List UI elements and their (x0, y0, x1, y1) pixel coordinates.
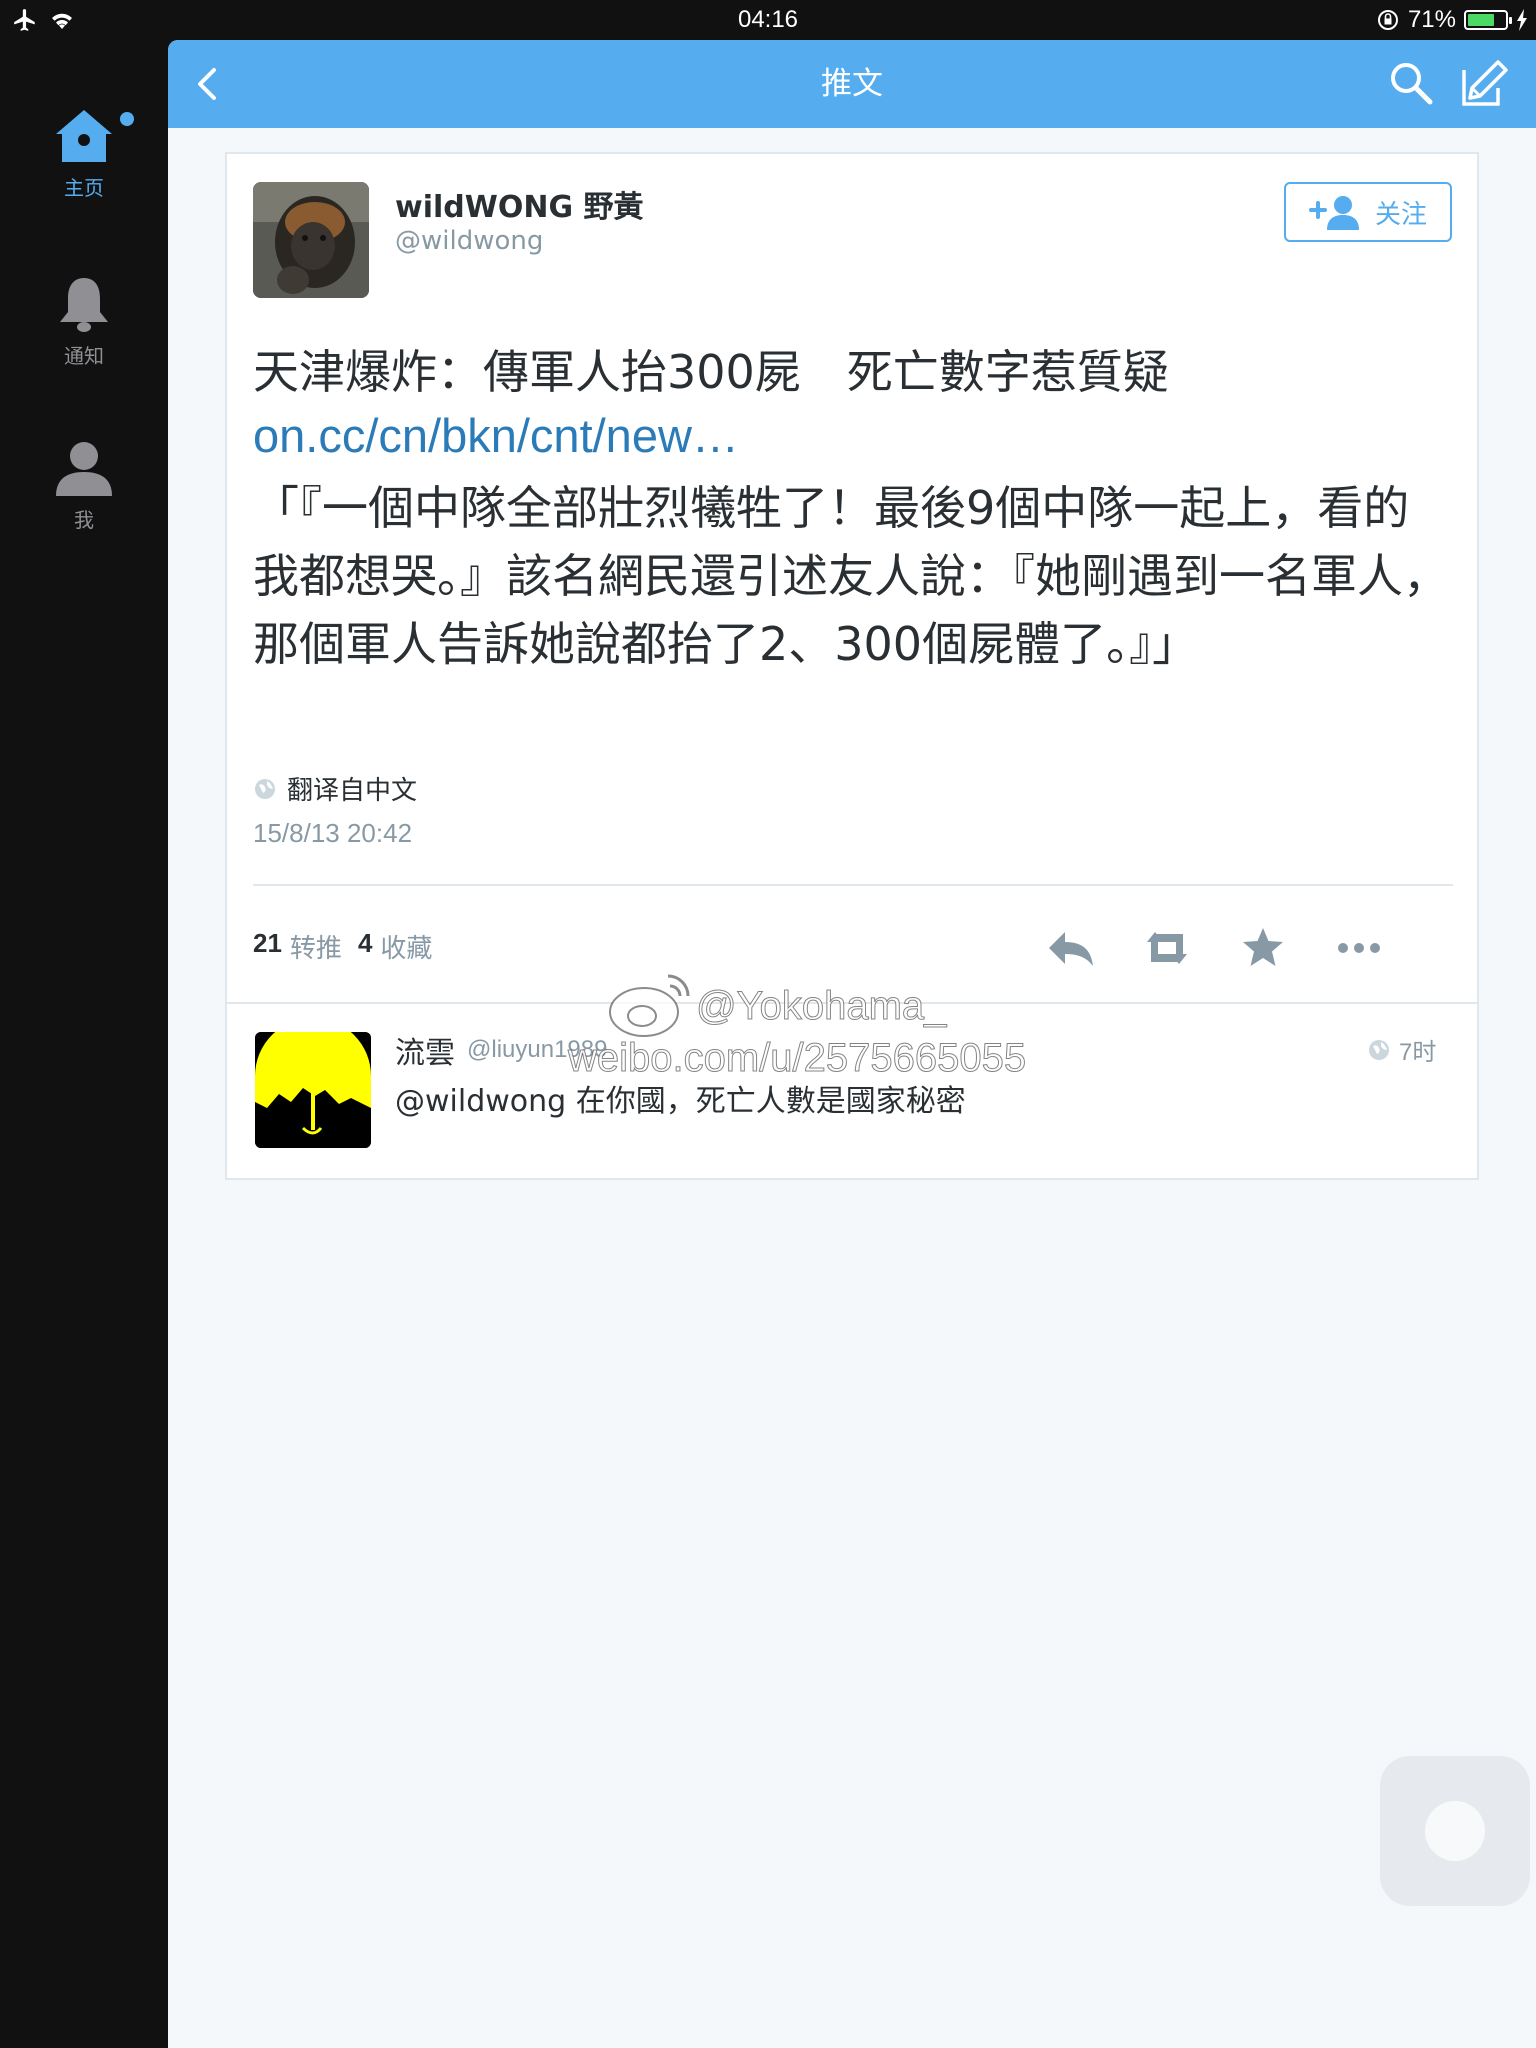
status-time: 04:16 (737, 6, 799, 33)
author-name[interactable]: wildWONG 野黃 (395, 182, 644, 226)
retweet-label[interactable]: 转推 (290, 928, 342, 965)
translate-label: 翻译自中文 (287, 776, 418, 806)
translate-row[interactable]: 翻译自中文 (253, 770, 417, 807)
follow-label: 关注 (1374, 199, 1427, 230)
sidebar-item-home[interactable]: 主页 (0, 106, 168, 226)
rotation-lock-icon (1377, 10, 1398, 30)
umbrella-movement-avatar-image (255, 1032, 371, 1148)
battery-percent: 71% (1407, 6, 1456, 33)
follow-button[interactable]: 关注 (1284, 182, 1452, 242)
app-root: 04:16 71% 主页 通知 我 推文 wildWONG 野黃 @wildwo… (0, 0, 1536, 2048)
globe-icon (1369, 1039, 1389, 1060)
page-title: 推文 (821, 66, 883, 102)
divider (253, 884, 1453, 886)
navbar: 推文 (168, 40, 1536, 128)
favorite-label[interactable]: 收藏 (380, 928, 432, 965)
main-panel: 推文 wildWONG 野黃 @wildwong 关注 天津爆炸：傳軍人抬300… (168, 40, 1536, 2048)
tweet-stats: 21 转推 4 收藏 (253, 928, 432, 965)
gorilla-avatar-image (253, 182, 369, 298)
author-handle: @wildwong (395, 226, 544, 256)
sidebar-item-notifications[interactable]: 通知 (0, 274, 168, 394)
sidebar-item-me[interactable]: 我 (0, 438, 168, 558)
reply-text: @wildwong 在你國，死亡人數是國家秘密 (395, 1084, 966, 1119)
status-bar: 04:16 71% (0, 0, 1536, 40)
reply-author-handle: @liuyun1989 (467, 1036, 608, 1063)
divider (227, 1002, 1477, 1004)
home-icon (56, 110, 112, 162)
globe-icon (255, 778, 275, 799)
bell-icon (60, 278, 108, 332)
battery-nub (1509, 17, 1512, 24)
sidebar-item-label: 主页 (64, 176, 104, 200)
status-right: 71% (1376, 6, 1528, 34)
reply-icon[interactable] (1043, 920, 1099, 976)
sidebar: 主页 通知 我 (0, 40, 168, 2048)
tweet-card: wildWONG 野黃 @wildwong 关注 天津爆炸：傳軍人抬300屍 死… (225, 152, 1479, 1180)
reply-author-name[interactable]: 流雲 (395, 1028, 455, 1072)
reply-time: 7时 (1367, 1032, 1436, 1067)
retweet-count[interactable]: 21 (253, 928, 282, 965)
tweet-quote: 「『一個中隊全部壯烈犧牲了！最後9個中隊一起上，看的我都想哭。』該名網民還引述友… (253, 481, 1449, 671)
search-icon[interactable] (1386, 58, 1436, 108)
author-avatar[interactable] (253, 182, 369, 298)
add-user-icon (1308, 196, 1359, 230)
reply-avatar[interactable] (255, 1032, 371, 1148)
assistive-touch-dot (1425, 1801, 1485, 1861)
favorite-star-icon[interactable] (1235, 920, 1291, 976)
retweet-icon[interactable] (1139, 920, 1195, 976)
more-icon[interactable] (1331, 920, 1387, 976)
favorite-count[interactable]: 4 (358, 928, 372, 965)
person-icon (56, 442, 112, 496)
tweet-timestamp: 15/8/13 20:42 (253, 818, 413, 848)
sidebar-item-label: 我 (74, 508, 94, 532)
sidebar-item-label: 通知 (64, 344, 104, 368)
compose-icon[interactable] (1458, 58, 1510, 110)
battery-fill (1468, 14, 1494, 26)
tweet-link[interactable]: on.cc/cn/bkn/cnt/new… (253, 408, 739, 463)
tweet-text: 天津爆炸：傳軍人抬300屍 死亡數字惹質疑 (253, 345, 1169, 399)
assistive-touch-button[interactable] (1380, 1756, 1530, 1906)
reply-time-label: 7时 (1399, 1039, 1437, 1066)
charging-icon (1517, 9, 1527, 31)
battery-icon (1464, 10, 1512, 30)
